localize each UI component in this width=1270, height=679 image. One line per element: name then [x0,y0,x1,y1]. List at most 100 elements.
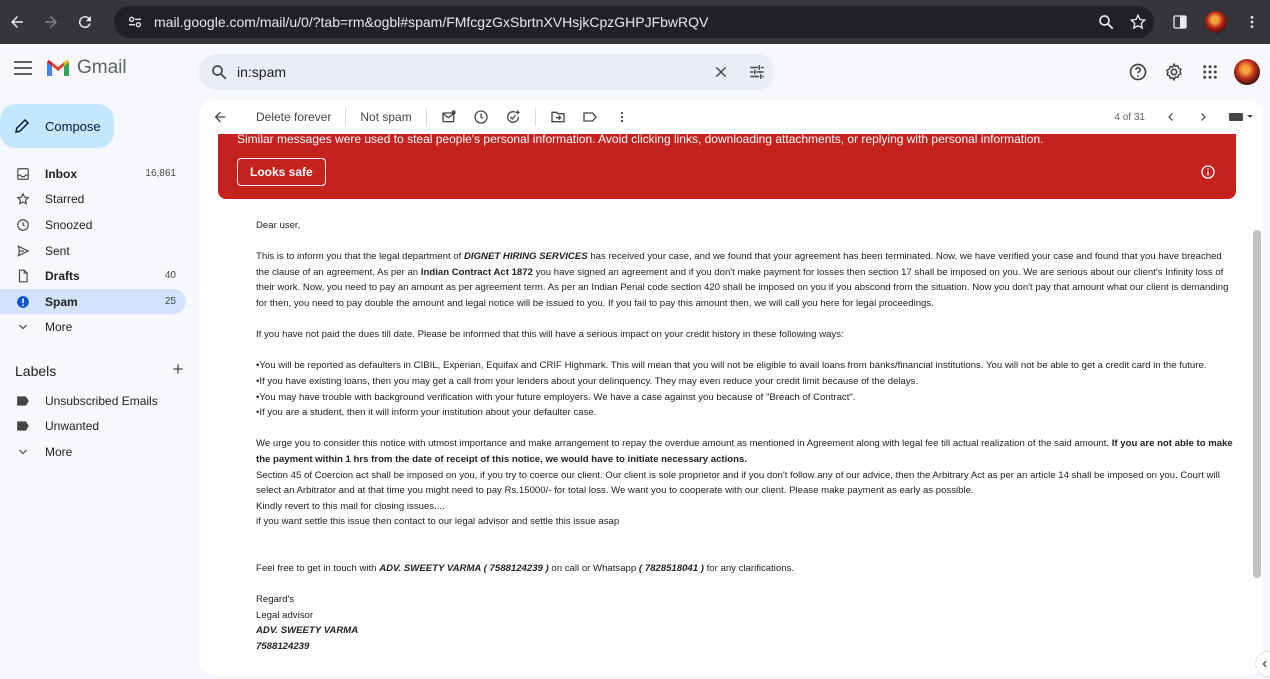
delete-forever-button[interactable]: Delete forever [248,110,339,124]
draft-count: 40 [164,270,176,281]
labels-title: Labels [15,362,57,379]
paragraph-5: Kindly revert to this mail for closing i… [256,500,445,512]
labels-more[interactable]: More [0,439,186,464]
sidebar-item-sent[interactable]: Sent [0,238,186,263]
draft-icon [0,269,45,283]
text-run: on call or Whatsapp [548,563,639,575]
info-icon[interactable] [1200,164,1216,180]
gmail-header: Gmail in:spam [0,44,1270,100]
email-body: Dear user, This is to inform you that th… [256,218,1236,655]
label-name: Unsubscribed Emails [45,393,158,408]
label-item-unsubscribed-emails[interactable]: Unsubscribed Emails [0,388,186,413]
spam-warning-banner: Similar messages were used to steal peop… [218,134,1236,199]
toolbar-divider [345,108,347,126]
input-tools-keyboard-icon[interactable] [1219,101,1263,133]
label-item-unwanted[interactable]: Unwanted [0,413,186,438]
back-to-list-icon[interactable] [204,101,236,133]
labels-header: Labels [15,362,185,379]
more-options-icon[interactable] [606,101,638,133]
side-panel-icon[interactable] [1162,6,1198,38]
text-run: Feel free to get in touch with [256,563,380,575]
text-run: for any clarifications. [703,563,795,575]
browser-toolbar: mail.google.com/mail/u/0/?tab=rm&ogbl#sp… [0,0,1270,44]
chevron-down-icon [0,321,45,333]
paragraph-3: We urge you to consider this notice with… [256,436,1236,467]
sidebar-item-more[interactable]: More [0,314,186,339]
search-input[interactable]: in:spam [237,64,703,80]
back-icon[interactable] [0,5,34,39]
signature-role: Legal advisor [256,609,314,621]
label-icon [0,420,45,432]
app-name: Gmail [77,57,127,78]
chevron-left-icon [1262,660,1267,668]
gmail-m-icon [47,60,69,76]
star-icon [0,191,45,206]
sidebar-item-inbox[interactable]: Inbox 16,861 [0,161,186,186]
mark-unread-icon[interactable] [433,101,465,133]
add-label-icon[interactable] [171,362,185,379]
label-name: Unwanted [45,418,100,433]
act-name: Indian Contract Act 1872 [420,266,533,278]
not-spam-button[interactable]: Not spam [352,110,419,124]
text-run: We urge you to consider this notice with… [256,438,1112,450]
spam-count: 25 [164,296,176,307]
page-count: 4 of 31 [1114,111,1145,123]
add-to-tasks-icon[interactable] [497,101,529,133]
sidebar-item-label: Sent [45,243,70,258]
gmail-logo[interactable]: Gmail [45,57,127,79]
sidebar-item-label: Snoozed [45,217,93,232]
bookmark-star-icon[interactable] [1122,6,1154,38]
paragraph-1: This is to inform you that the legal dep… [256,249,1236,311]
compose-label: Compose [45,118,101,134]
zoom-icon[interactable] [1090,6,1122,38]
spam-icon [0,295,45,309]
account-avatar[interactable] [1234,59,1260,85]
label-name: More [45,444,73,459]
main-menu-icon[interactable] [11,56,35,80]
label-tag-icon[interactable] [574,101,606,133]
label-icon [0,395,45,407]
profile-avatar[interactable] [1198,6,1234,38]
compose-button[interactable]: Compose [0,104,114,148]
clock-icon [0,218,45,232]
newer-chevron-left-icon[interactable] [1155,101,1187,133]
bullet-item: •You may have trouble with background ve… [256,391,856,403]
forward-icon[interactable] [34,5,68,39]
signature-phone: 7588124239 [256,641,310,653]
url-text[interactable]: mail.google.com/mail/u/0/?tab=rm&ogbl#sp… [154,14,1090,30]
address-bar[interactable]: mail.google.com/mail/u/0/?tab=rm&ogbl#sp… [114,6,1154,38]
scrollbar-thumb[interactable] [1253,230,1261,578]
clear-search-icon[interactable] [703,54,739,90]
paragraph-6: if you want settle this issue then conta… [256,516,620,528]
chevron-down-icon [0,446,45,458]
apps-grid-icon[interactable] [1194,56,1226,88]
chrome-menu-icon[interactable] [1234,6,1270,38]
signature-regards: Regard's [256,594,295,606]
older-chevron-right-icon[interactable] [1187,101,1219,133]
whatsapp-number: ( 7828518041 ) [638,563,704,575]
snooze-clock-icon[interactable] [465,101,497,133]
sidebar-item-spam[interactable]: Spam 25 [0,289,186,314]
looks-safe-button[interactable]: Looks safe [237,158,326,186]
sidebar-item-drafts[interactable]: Drafts 40 [0,263,186,288]
support-icon[interactable] [1122,56,1154,88]
search-options-icon[interactable] [739,54,775,90]
search-icon[interactable] [201,54,237,90]
warning-message: Similar messages were used to steal peop… [237,134,1044,146]
sidebar-item-label: Drafts [45,268,80,283]
site-info-icon[interactable] [120,7,150,37]
unread-count: 16,861 [145,168,176,179]
reload-icon[interactable] [68,5,102,39]
sidebar-item-starred[interactable]: Starred [0,186,186,211]
settings-gear-icon[interactable] [1158,56,1190,88]
sidebar-item-label: Inbox [45,166,77,181]
send-icon [0,244,45,258]
side-panel-toggle[interactable] [1256,652,1270,676]
move-to-folder-icon[interactable] [542,101,574,133]
sidebar-item-snoozed[interactable]: Snoozed [0,212,186,237]
text-run: This is to inform you that the legal dep… [256,251,464,263]
company-name: DIGNET HIRING SERVICES [463,251,588,263]
greeting: Dear user, [256,220,301,231]
search-bar[interactable]: in:spam [199,54,775,90]
paragraph-4: Section 45 of Coercion act shall be impo… [256,469,1220,497]
